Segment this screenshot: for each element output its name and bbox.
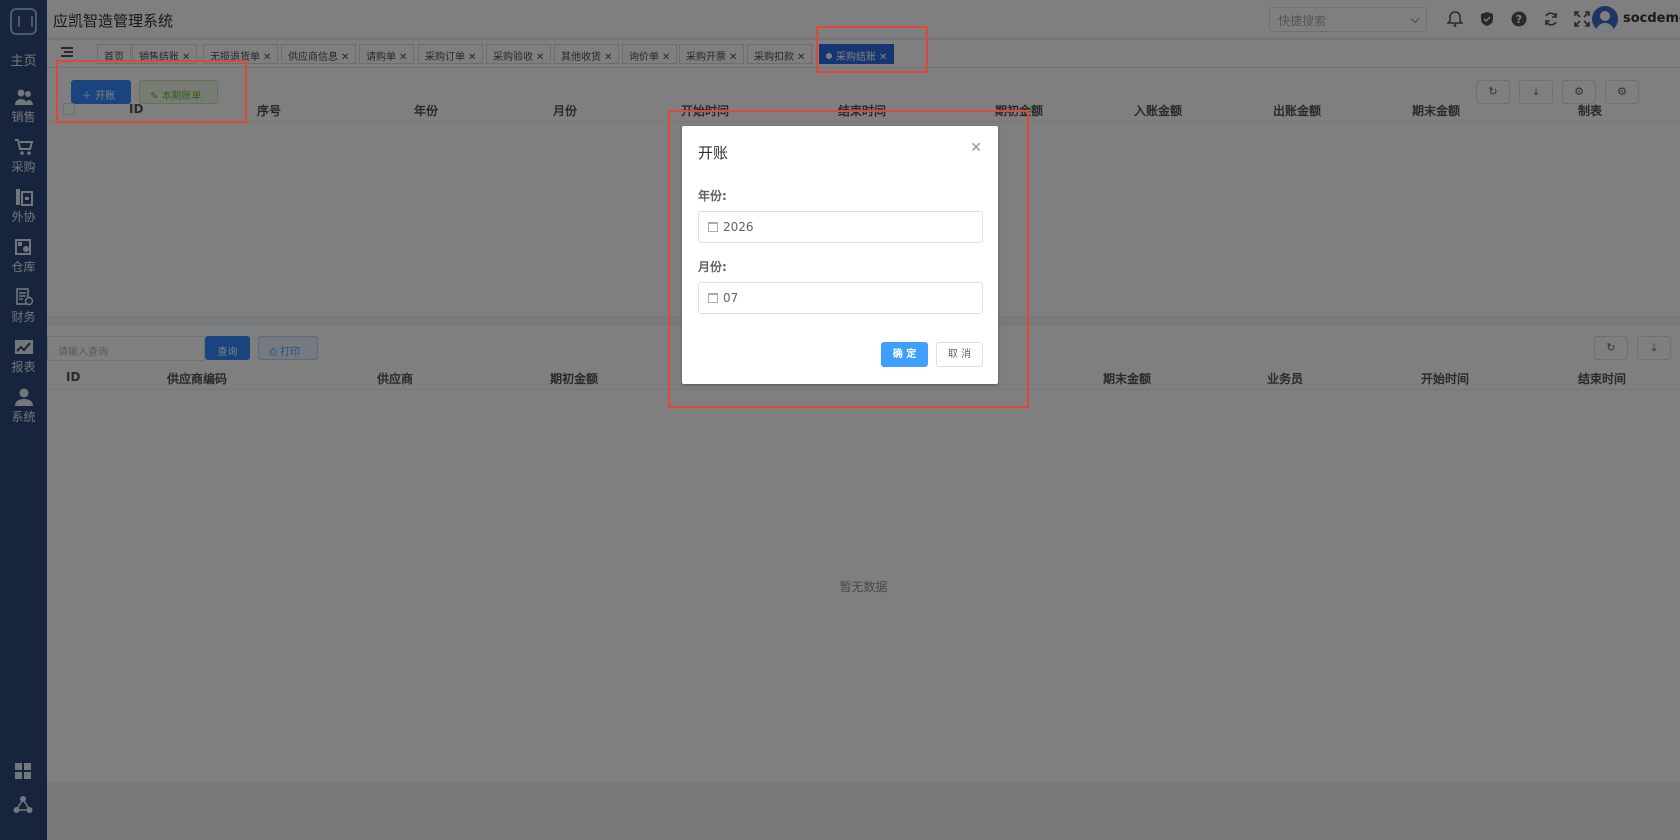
highlight-box-active-tab [816, 26, 928, 73]
highlight-box-dialog [668, 110, 1029, 408]
highlight-box-toolbar [56, 60, 247, 123]
